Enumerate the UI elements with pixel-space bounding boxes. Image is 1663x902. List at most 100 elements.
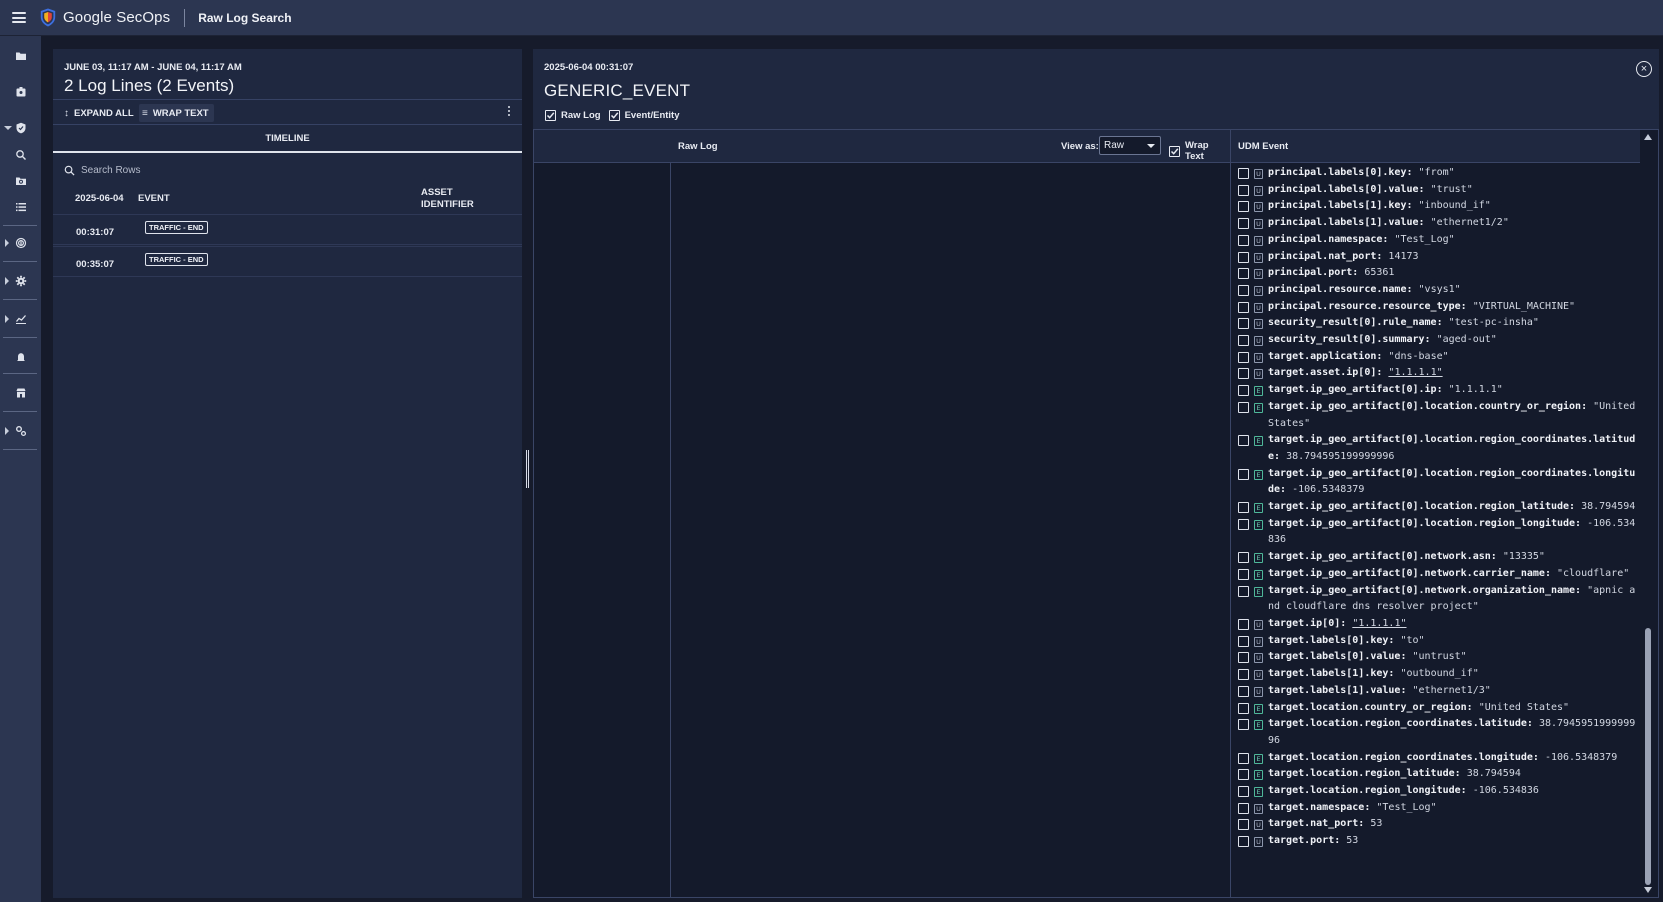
enrichment-tag-icon: E [1254,569,1263,580]
search-rows-input[interactable] [81,164,481,176]
udm-field-key: target.labels[0].value: [1268,651,1407,663]
field-checkbox[interactable] [1238,802,1249,814]
udm-field-text: target.ip_geo_artifact[0].network.asn: "… [1268,549,1640,566]
udm-field-text: target.ip_geo_artifact[0].location.count… [1268,399,1640,432]
field-checkbox[interactable] [1238,201,1249,213]
udm-field-text: target.ip[0]: "1.1.1.1" [1268,616,1640,633]
scrollbar-thumb[interactable] [1645,628,1651,885]
field-checkbox[interactable] [1238,435,1249,447]
udm-field-key: target.ip_geo_artifact[0].ip: [1268,384,1443,396]
udm-field-value: 53 [1346,835,1359,847]
menu-icon[interactable] [12,12,26,23]
field-checkbox[interactable] [1238,669,1249,681]
brand-name[interactable]: Google SecOps [63,9,170,26]
field-checkbox[interactable] [1238,836,1249,848]
store-icon[interactable] [0,381,41,405]
field-checkbox[interactable] [1238,502,1249,514]
field-checkbox[interactable] [1238,168,1249,179]
field-checkbox[interactable] [1238,702,1249,714]
view-as-select[interactable]: Raw [1099,136,1161,155]
field-checkbox[interactable] [1238,618,1249,630]
panel-toolbar: ↕ EXPAND ALL ≡ WRAP TEXT [53,99,522,125]
wrap-text-button[interactable]: ≡ WRAP TEXT [139,104,214,122]
udm-field-row: Etarget.ip_geo_artifact[0].location.regi… [1231,432,1640,465]
udm-field-key: target.location.region_latitude: [1268,768,1461,780]
chart-icon[interactable] [0,307,41,331]
udm-field-key: target.ip_geo_artifact[0].network.carrie… [1268,567,1551,579]
udm-field-key: target.ip_geo_artifact[0].location.regio… [1268,517,1582,529]
field-checkbox[interactable] [1238,635,1249,647]
field-checkbox[interactable] [1238,786,1249,798]
field-checkbox[interactable] [1238,301,1249,313]
field-checkbox[interactable] [1238,318,1249,330]
udm-field-value-link[interactable]: "1.1.1.1" [1352,618,1406,629]
enrichment-tag-icon: E [1254,436,1263,447]
case-icon[interactable] [0,80,41,104]
field-checkbox[interactable] [1238,184,1249,196]
udm-field-text: principal.port: 65361 [1268,265,1640,282]
udm-field-row: Etarget.ip_geo_artifact[0].location.regi… [1231,516,1640,549]
udm-field-value-link[interactable]: "1.1.1.1" [1388,367,1442,378]
udm-field-row: Uprincipal.resource.resource_type: "VIRT… [1231,299,1640,316]
udm-field-key: principal.resource.name: [1268,283,1413,295]
date-column-header[interactable]: 2025-06-04 [75,193,124,205]
more-options-icon[interactable] [508,106,510,116]
field-checkbox[interactable] [1238,385,1249,397]
field-checkbox[interactable] [1238,251,1249,263]
field-checkbox[interactable] [1238,568,1249,580]
udm-field-key: principal.labels[0].key: [1268,167,1413,178]
field-checkbox[interactable] [1238,552,1249,564]
field-checkbox[interactable] [1238,234,1249,246]
folder-search-icon[interactable] [0,169,41,193]
enrichment-tag-icon: E [1254,720,1263,731]
enrichment-tag-icon: E [1254,787,1263,798]
field-checkbox[interactable] [1238,284,1249,296]
event-column-header[interactable]: EVENT [138,193,170,205]
udm-field-text: target.labels[0].value: "untrust" [1268,649,1640,666]
udm-field-key: target.ip_geo_artifact[0].location.regio… [1268,501,1576,513]
scroll-up-arrow-icon[interactable] [1644,134,1652,140]
scroll-down-arrow-icon[interactable] [1644,887,1652,893]
field-checkbox[interactable] [1238,518,1249,530]
field-checkbox[interactable] [1238,335,1249,347]
panel-resize-handle[interactable] [526,450,529,488]
udm-field-row: Utarget.labels[1].key: "outbound_if" [1231,666,1640,683]
checkbox-checked-icon [1169,145,1180,157]
folder-icon[interactable] [0,44,41,68]
field-checkbox[interactable] [1238,752,1249,764]
event-entity-checkbox[interactable]: Event/Entity [608,110,680,121]
udm-field-row: Uprincipal.labels[0].value: "trust" [1231,182,1640,199]
udm-field-key: target.ip_geo_artifact[0].network.asn: [1268,551,1497,563]
udm-event-title: UDM Event [1238,141,1289,152]
field-checkbox[interactable] [1238,685,1249,697]
table-row[interactable]: 00:35:07 TRAFFIC - END [53,246,522,277]
field-checkbox[interactable] [1238,468,1249,480]
expand-all-button[interactable]: ↕ EXPAND ALL [61,104,139,122]
field-checkbox[interactable] [1238,268,1249,280]
field-checkbox[interactable] [1238,218,1249,230]
field-checkbox[interactable] [1238,652,1249,664]
field-checkbox[interactable] [1238,719,1249,731]
gear-icon[interactable] [0,269,41,293]
field-checkbox[interactable] [1238,585,1249,597]
field-checkbox[interactable] [1238,368,1249,380]
tab-timeline[interactable]: TIMELINE [53,126,522,153]
table-row[interactable]: 00:31:07 TRAFFIC - END [53,214,522,245]
field-checkbox[interactable] [1238,769,1249,781]
field-checkbox[interactable] [1238,819,1249,831]
close-icon[interactable]: × [1636,61,1652,77]
bell-icon[interactable] [0,345,41,369]
search-icon[interactable] [0,143,41,167]
shield-icon[interactable] [0,116,41,140]
checkbox-checked-icon [608,110,620,121]
asset-column-header[interactable]: ASSET IDENTIFIER [421,187,481,211]
settings-icon[interactable] [0,419,41,443]
udm-field-text: target.ip_geo_artifact[0].location.regio… [1268,432,1640,465]
list-icon[interactable] [0,195,41,219]
scrollbar[interactable] [1640,130,1656,897]
field-checkbox[interactable] [1238,401,1249,413]
field-checkbox[interactable] [1238,351,1249,363]
wrap-text-checkbox[interactable]: Wrap Text [1169,140,1230,162]
fingerprint-icon[interactable] [0,231,41,255]
raw-log-checkbox[interactable]: Raw Log [545,110,601,121]
